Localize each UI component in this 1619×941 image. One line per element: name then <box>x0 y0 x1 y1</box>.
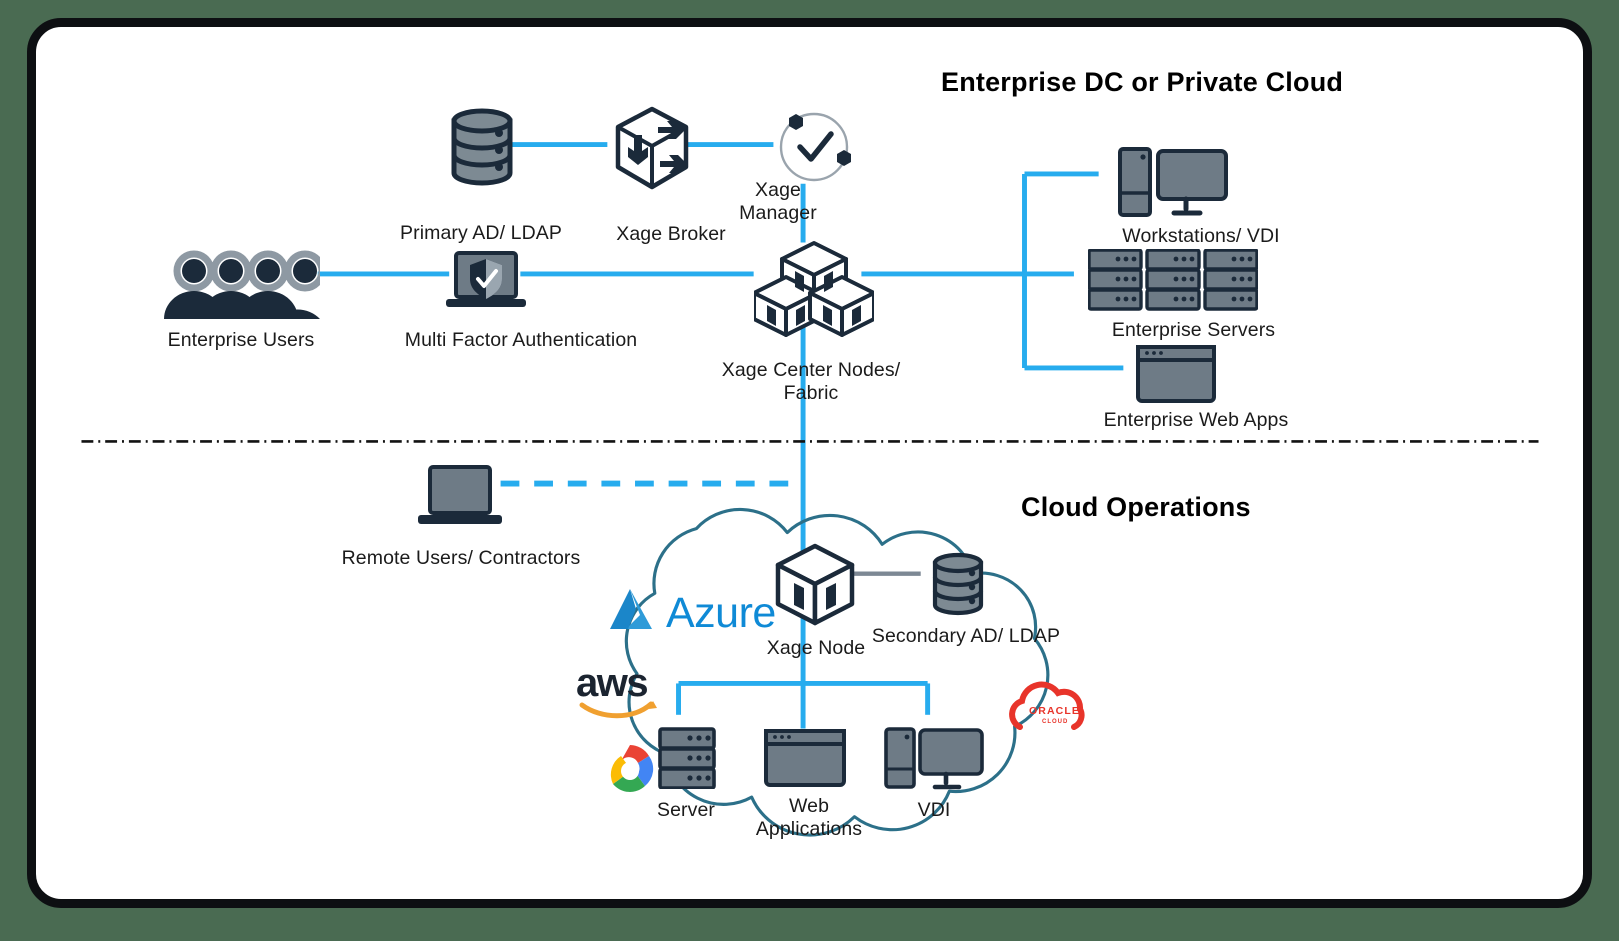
laptop-icon <box>414 465 506 527</box>
google-cloud-logo-icon <box>596 739 664 801</box>
server-rack-grid-icon <box>1087 248 1259 311</box>
database-icon <box>446 107 518 187</box>
label-xage-center-nodes: Xage Center Nodes/ Fabric <box>721 359 901 404</box>
database-icon <box>929 551 987 617</box>
browser-window-icon <box>1136 345 1216 403</box>
label-enterprise-servers: Enterprise Servers <box>1111 319 1276 341</box>
aws-logo-icon <box>579 699 657 721</box>
oracle-cloud-subtext: CLOUD <box>1042 719 1069 725</box>
single-cube-icon <box>774 543 856 627</box>
label-secondary-ad-ldap: Secondary AD/ LDAP <box>871 625 1061 647</box>
azure-logo-icon <box>606 585 664 633</box>
laptop-shield-icon <box>444 249 528 311</box>
server-rack-icon <box>658 727 716 790</box>
label-primary-ad-ldap: Primary AD/ LDAP <box>400 222 562 244</box>
diagram-stage: Enterprise DC or Private Cloud Cloud Ope… <box>36 27 1583 899</box>
label-xage-manager: Xage Manager <box>739 179 817 224</box>
manager-check-circle-icon <box>774 107 854 187</box>
label-cloud-vdi: VDI <box>917 799 951 821</box>
zone-title-cloud: Cloud Operations <box>1021 492 1251 522</box>
label-enterprise-users: Enterprise Users <box>167 329 315 351</box>
browser-window-icon <box>764 729 846 787</box>
label-multi-factor-authentication: Multi Factor Authentication <box>404 329 638 351</box>
users-group-icon <box>164 249 326 319</box>
broker-cube-icon <box>612 105 692 191</box>
label-workstations-vdi: Workstations/ VDI <box>1122 225 1280 247</box>
diagram-card: Enterprise DC or Private Cloud Cloud Ope… <box>27 18 1592 908</box>
label-enterprise-web-apps: Enterprise Web Apps <box>1103 409 1289 431</box>
label-cloud-web-applications: Web Applications <box>755 795 863 840</box>
zone-title-enterprise: Enterprise DC or Private Cloud <box>941 67 1344 97</box>
workstation-monitor-icon <box>884 727 984 791</box>
node-cluster-icon <box>752 239 876 339</box>
azure-wordmark: Azure <box>666 589 776 637</box>
oracle-wordmark: ORACLE <box>1029 705 1080 717</box>
workstation-monitor-icon <box>1118 147 1228 217</box>
label-cloud-server: Server <box>656 799 716 821</box>
label-remote-users-contractors: Remote Users/ Contractors <box>341 547 581 569</box>
label-xage-broker: Xage Broker <box>616 223 726 245</box>
